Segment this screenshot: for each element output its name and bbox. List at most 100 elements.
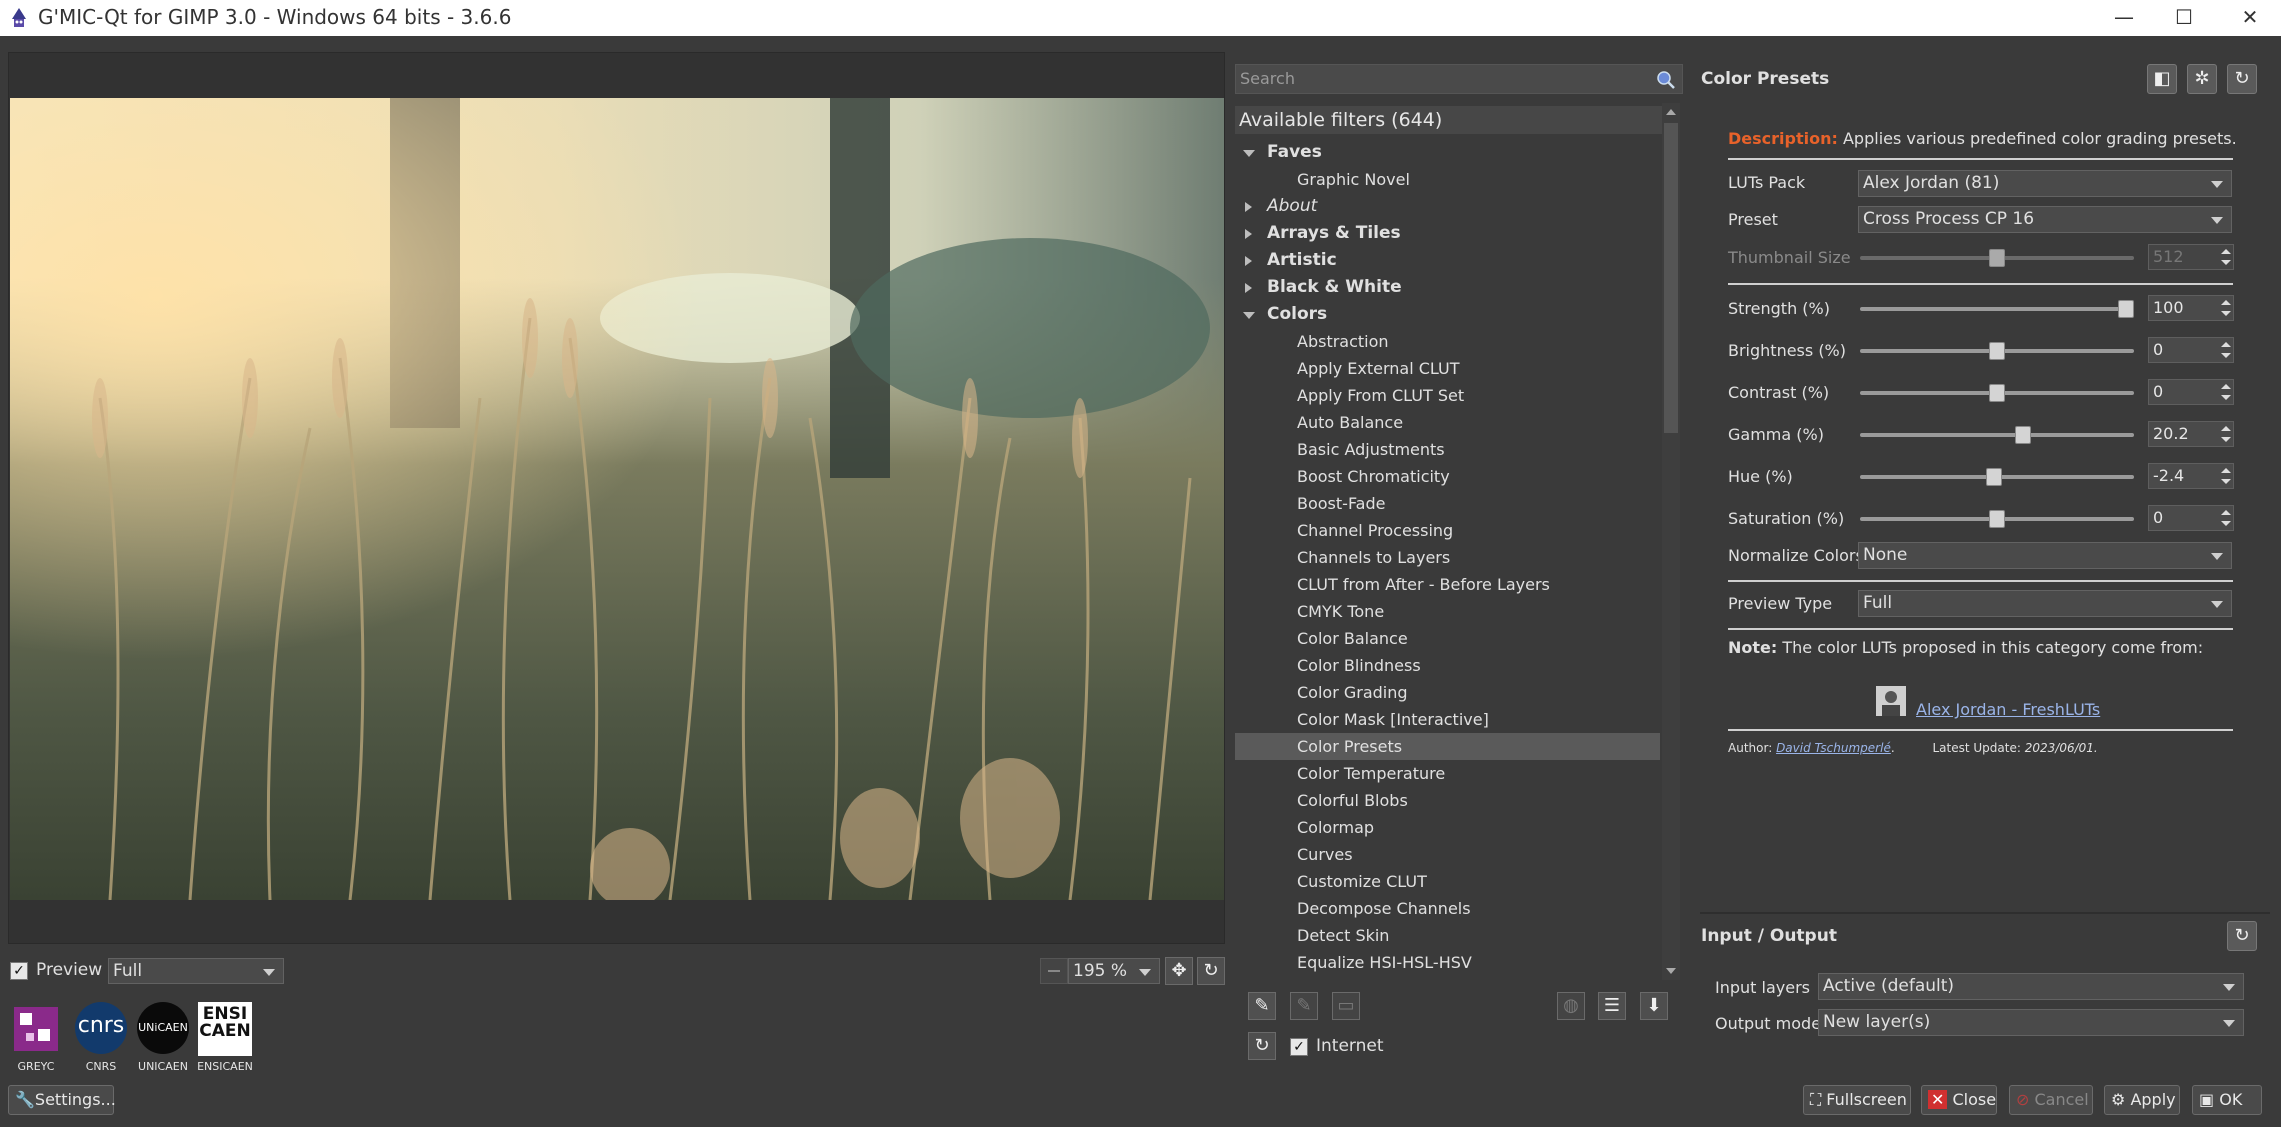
filter-item[interactable]: Color Grading: [1235, 679, 1660, 706]
reset-params-button[interactable]: ↻: [2227, 64, 2257, 94]
expand-all-button[interactable]: ⬇: [1640, 992, 1668, 1020]
maximize-button[interactable]: ☐: [2154, 0, 2214, 36]
param-spinbox[interactable]: 0: [2148, 379, 2234, 405]
filter-item[interactable]: Auto Balance: [1235, 409, 1660, 436]
apply-button[interactable]: ⚙ Apply: [2104, 1085, 2180, 1115]
settings-button[interactable]: 🔧Settings...: [8, 1085, 116, 1115]
spin-down-icon[interactable]: [2221, 353, 2231, 358]
randomize-button[interactable]: ✲: [2187, 64, 2217, 94]
spin-up-icon[interactable]: [2221, 249, 2231, 254]
collapsed-arrow-icon[interactable]: [1245, 229, 1252, 239]
param-slider-handle[interactable]: [2015, 426, 2031, 444]
preview-mode-select[interactable]: Full: [108, 958, 284, 984]
minimize-button[interactable]: —: [2094, 0, 2154, 36]
close-button[interactable]: ✕ Close: [1921, 1085, 1997, 1115]
collapsed-arrow-icon[interactable]: [1245, 202, 1252, 212]
spin-down-icon[interactable]: [2221, 521, 2231, 526]
visibility-list-button[interactable]: ☰: [1598, 992, 1626, 1020]
spin-down-icon[interactable]: [2221, 395, 2231, 400]
input-layers-select[interactable]: Active (default): [1818, 973, 2244, 1000]
param-slider-handle[interactable]: [2118, 300, 2134, 318]
param-slider-track[interactable]: [1860, 307, 2134, 311]
spin-up-icon[interactable]: [2221, 468, 2231, 473]
spin-up-icon[interactable]: [2221, 384, 2231, 389]
add-fave-button[interactable]: ✎: [1248, 992, 1276, 1020]
filter-item[interactable]: Equalize HSI-HSL-HSV: [1235, 949, 1660, 976]
filter-item[interactable]: Apply From CLUT Set: [1235, 382, 1660, 409]
close-window-button[interactable]: ✕: [2220, 0, 2280, 36]
freshluts-link[interactable]: Alex Jordan - FreshLUTs: [1916, 700, 2100, 719]
param-slider-handle[interactable]: [1989, 342, 2005, 360]
author-link[interactable]: David Tschumperlé: [1776, 741, 1891, 755]
filter-item[interactable]: Color Mask [Interactive]: [1235, 706, 1660, 733]
param-spinbox[interactable]: 0: [2148, 505, 2234, 531]
preview-checkbox[interactable]: ✓: [10, 962, 28, 980]
filter-item[interactable]: Channel Processing: [1235, 517, 1660, 544]
ok-button[interactable]: ▣ OK: [2192, 1085, 2262, 1115]
param-slider-handle[interactable]: [1989, 384, 2005, 402]
filter-category[interactable]: About: [1235, 193, 1660, 220]
rename-fave-button[interactable]: ▭: [1332, 992, 1360, 1020]
filter-item[interactable]: Detect Skin: [1235, 922, 1660, 949]
param-spinbox[interactable]: 100: [2148, 295, 2234, 321]
filter-item[interactable]: Decompose Channels: [1235, 895, 1660, 922]
param-spinbox[interactable]: -2.4: [2148, 463, 2234, 489]
param-slider-handle[interactable]: [1986, 468, 2002, 486]
param-spinbox[interactable]: 20.2: [2148, 421, 2234, 447]
cancel-button[interactable]: ⊘ Cancel: [2009, 1085, 2093, 1115]
param-spinbox[interactable]: 0: [2148, 337, 2234, 363]
expanded-arrow-icon[interactable]: [1243, 312, 1255, 319]
spin-down-icon[interactable]: [2221, 260, 2231, 265]
preview-image[interactable]: [10, 98, 1224, 900]
search-icon[interactable]: [1656, 70, 1676, 90]
filter-category[interactable]: Black & White: [1235, 274, 1660, 301]
splitter[interactable]: [1700, 912, 2270, 914]
spin-up-icon[interactable]: [2221, 300, 2231, 305]
filter-category[interactable]: Artistic: [1235, 247, 1660, 274]
preset-select[interactable]: Cross Process CP 16: [1858, 206, 2232, 233]
collapsed-arrow-icon[interactable]: [1245, 256, 1252, 266]
param-slider-track[interactable]: [1860, 433, 2134, 437]
filter-item[interactable]: Color Balance: [1235, 625, 1660, 652]
reset-io-button[interactable]: ↻: [2227, 921, 2257, 951]
zoom-select[interactable]: 195 %: [1068, 958, 1160, 984]
spin-down-icon[interactable]: [2221, 479, 2231, 484]
refresh-preview-button[interactable]: ↻: [1197, 957, 1225, 985]
filter-category[interactable]: Arrays & Tiles: [1235, 220, 1660, 247]
filter-item[interactable]: Curves: [1235, 841, 1660, 868]
param-slider-handle[interactable]: [1989, 510, 2005, 528]
filter-item[interactable]: Color Presets: [1235, 733, 1660, 760]
luts-pack-select[interactable]: Alex Jordan (81): [1858, 170, 2232, 197]
color-picker-button[interactable]: ◍: [1557, 992, 1585, 1020]
spin-up-icon[interactable]: [2221, 426, 2231, 431]
remove-fave-button[interactable]: ✎: [1290, 992, 1318, 1020]
thumbnail-size-spinbox[interactable]: 512: [2148, 244, 2234, 270]
filter-item[interactable]: Color Blindness: [1235, 652, 1660, 679]
preview-type-select[interactable]: Full: [1858, 590, 2232, 617]
spin-up-icon[interactable]: [2221, 342, 2231, 347]
filter-category[interactable]: Colors: [1235, 301, 1660, 328]
filter-search-input[interactable]: Search: [1235, 64, 1683, 94]
update-filters-button[interactable]: ↻: [1248, 1032, 1276, 1060]
filter-item[interactable]: CMYK Tone: [1235, 598, 1660, 625]
filter-item[interactable]: Boost Chromaticity: [1235, 463, 1660, 490]
filter-item[interactable]: Customize CLUT: [1235, 868, 1660, 895]
filter-item[interactable]: Graphic Novel: [1235, 166, 1660, 193]
filter-scrollbar-thumb[interactable]: [1664, 123, 1678, 433]
scroll-up-icon[interactable]: [1666, 109, 1676, 115]
fullscreen-button[interactable]: ⛶ Fullscreen: [1803, 1085, 1911, 1115]
internet-checkbox[interactable]: ✓: [1290, 1038, 1308, 1056]
filter-item[interactable]: Boost-Fade: [1235, 490, 1660, 517]
normalize-colors-select[interactable]: None: [1858, 542, 2232, 569]
filter-item[interactable]: Apply External CLUT: [1235, 355, 1660, 382]
zoom-fit-button[interactable]: ✥: [1165, 957, 1193, 985]
filter-item[interactable]: CLUT from After - Before Layers: [1235, 571, 1660, 598]
filter-item[interactable]: Channels to Layers: [1235, 544, 1660, 571]
filter-category[interactable]: Faves: [1235, 139, 1660, 166]
collapsed-arrow-icon[interactable]: [1245, 283, 1252, 293]
thumbnail-size-slider-handle[interactable]: [1989, 249, 2005, 267]
spin-down-icon[interactable]: [2221, 311, 2231, 316]
filter-item[interactable]: Colormap: [1235, 814, 1660, 841]
spin-up-icon[interactable]: [2221, 510, 2231, 515]
filter-item[interactable]: Basic Adjustments: [1235, 436, 1660, 463]
